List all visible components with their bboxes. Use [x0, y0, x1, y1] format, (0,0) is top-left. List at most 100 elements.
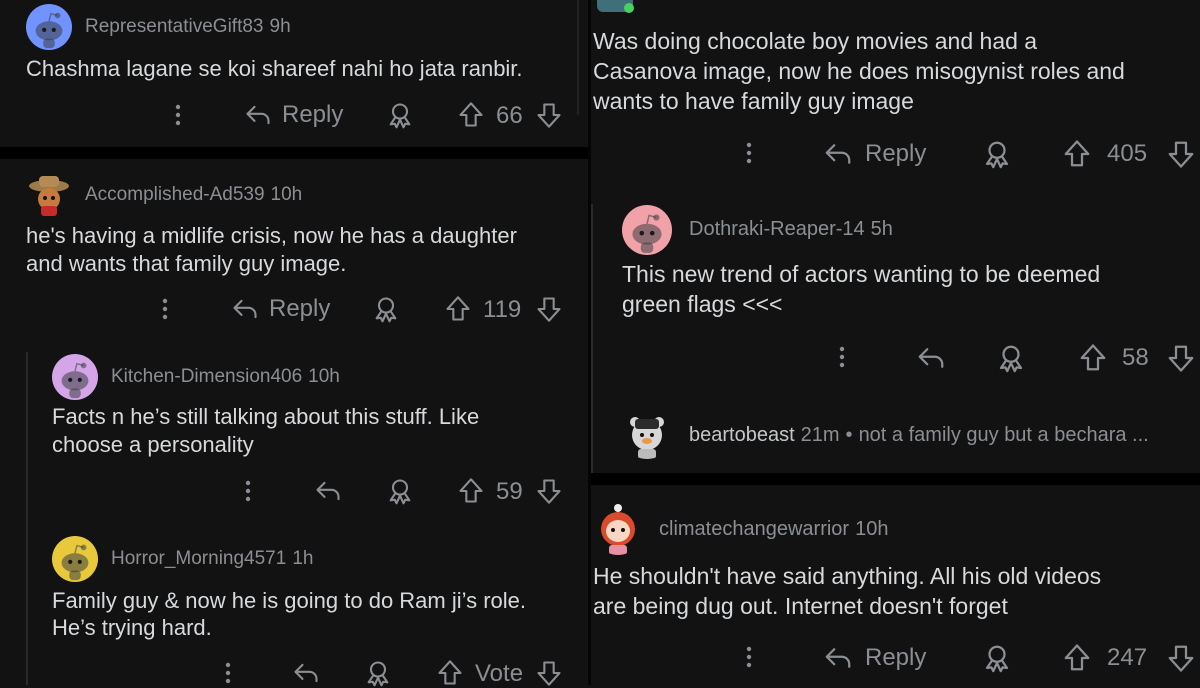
comment-text-line: and wants that family guy image. — [26, 251, 347, 276]
more-options-icon[interactable] — [244, 479, 252, 503]
downvote-icon[interactable] — [535, 101, 563, 129]
vote-count: 66 — [496, 102, 523, 129]
upvote-icon[interactable] — [457, 101, 485, 129]
award-icon[interactable] — [372, 295, 400, 323]
more-options-icon[interactable] — [224, 661, 232, 685]
avatar[interactable] — [622, 205, 672, 255]
comment-divider — [0, 147, 588, 159]
upvote-icon[interactable] — [457, 477, 485, 505]
reply-button[interactable]: Reply — [823, 643, 926, 673]
reply-label: Reply — [282, 101, 344, 128]
comment-text-line: This new trend of actors wanting to be d… — [622, 261, 1101, 287]
comment-text-line: Casanova image, now he does misogynist r… — [593, 58, 1125, 84]
left-column: RepresentativeGift83 9h Chashma lagane se… — [0, 0, 588, 687]
comment-text-line: Facts n he’s still talking about this st… — [52, 404, 480, 429]
reply-icon — [823, 643, 853, 673]
vote-label: Vote — [475, 660, 524, 687]
award-icon[interactable] — [996, 343, 1026, 373]
reply-icon[interactable] — [314, 477, 342, 505]
reply-button[interactable]: Reply — [231, 295, 330, 323]
thread-line[interactable] — [26, 352, 28, 685]
award-icon[interactable] — [386, 101, 414, 129]
username[interactable]: climatechangewarrior — [659, 518, 849, 540]
upvote-icon[interactable] — [1062, 139, 1092, 169]
right-column: Was doing chocolate boy movies and had a… — [577, 0, 1200, 685]
collapsed-preview: not a family guy but a bechara ... — [858, 424, 1149, 446]
vote-count: 59 — [496, 478, 523, 505]
more-options-icon[interactable] — [174, 103, 182, 127]
reply-label: Reply — [865, 140, 927, 167]
more-options-icon[interactable] — [745, 141, 753, 165]
robot-snoo-icon — [597, 0, 634, 13]
award-icon[interactable] — [364, 659, 392, 687]
timestamp: 5h — [870, 218, 893, 240]
comment-text-line: green flags <<< — [622, 291, 783, 317]
reply-button[interactable]: Reply — [244, 101, 343, 129]
avatar[interactable] — [593, 503, 643, 555]
username[interactable]: Horror_Morning4571 — [111, 548, 286, 569]
comment-text-line: he's having a midlife crisis, now he has… — [26, 223, 517, 248]
award-icon[interactable] — [982, 139, 1012, 169]
reply-icon — [823, 139, 853, 169]
award-icon[interactable] — [982, 643, 1012, 673]
downvote-icon[interactable] — [1166, 139, 1196, 169]
more-options-icon[interactable] — [838, 345, 846, 369]
reply-icon — [244, 101, 272, 129]
more-options-icon[interactable] — [161, 297, 169, 321]
username[interactable]: Dothraki-Reaper-14 — [689, 218, 865, 240]
avatar[interactable] — [52, 354, 98, 400]
award-icon[interactable] — [386, 477, 414, 505]
downvote-icon[interactable] — [535, 659, 563, 687]
upvote-icon[interactable] — [436, 659, 464, 687]
reply-label: Reply — [269, 295, 331, 322]
vote-count: 405 — [1107, 140, 1148, 167]
snoo-avatar-icon — [622, 205, 672, 255]
more-options-icon[interactable] — [745, 645, 753, 669]
timestamp: 21m — [800, 424, 840, 446]
timestamp: 10h — [270, 184, 303, 205]
reply-icon — [231, 295, 259, 323]
redhair-snoo-icon — [601, 504, 635, 555]
vote-count: 119 — [483, 296, 522, 323]
reply-icon[interactable] — [916, 343, 946, 373]
comment-divider — [591, 473, 1200, 485]
avatar[interactable] — [26, 172, 72, 218]
vote-count: 247 — [1107, 644, 1148, 671]
reply-icon[interactable] — [292, 659, 320, 687]
comment-text: Chashma lagane se koi shareef nahi ho ja… — [26, 56, 523, 81]
username[interactable]: beartobeast — [689, 424, 795, 446]
username[interactable]: Kitchen-Dimension406 — [111, 366, 302, 387]
snoo-avatar-icon — [52, 354, 98, 400]
upvote-icon[interactable] — [444, 295, 472, 323]
username[interactable]: RepresentativeGift83 — [85, 16, 264, 37]
thread-line[interactable] — [577, 0, 579, 115]
downvote-icon[interactable] — [1166, 343, 1196, 373]
vote-count: 58 — [1122, 344, 1149, 371]
downvote-icon[interactable] — [535, 295, 563, 323]
downvote-icon[interactable] — [1166, 643, 1196, 673]
avatar[interactable] — [26, 4, 72, 50]
avatar[interactable] — [52, 536, 98, 582]
timestamp: 1h — [292, 548, 314, 569]
separator-dot: • — [845, 424, 853, 446]
username[interactable]: Accomplished-Ad539 — [85, 184, 265, 205]
comment-text-line: choose a personality — [52, 432, 254, 457]
snoo-avatar-icon — [52, 536, 98, 582]
timestamp: 10h — [308, 366, 340, 387]
bear-snoo-icon — [630, 417, 664, 459]
timestamp: 9h — [269, 16, 291, 37]
thread-line[interactable] — [591, 204, 593, 474]
reply-button[interactable]: Reply — [823, 139, 926, 169]
avatar[interactable] — [591, 0, 641, 18]
comment-text-line: He shouldn't have said anything. All his… — [593, 563, 1102, 589]
comment-text-line: He’s trying hard. — [52, 615, 212, 640]
cowboy-snoo-icon — [29, 176, 69, 216]
comment-text-line: wants to have family guy image — [593, 88, 914, 114]
avatar[interactable] — [622, 409, 672, 459]
upvote-icon[interactable] — [1062, 643, 1092, 673]
reply-label: Reply — [865, 644, 927, 671]
upvote-icon[interactable] — [1078, 343, 1108, 373]
snoo-avatar-icon — [26, 4, 72, 50]
comment-text-line: Was doing chocolate boy movies and had a — [593, 28, 1038, 54]
downvote-icon[interactable] — [535, 477, 563, 505]
